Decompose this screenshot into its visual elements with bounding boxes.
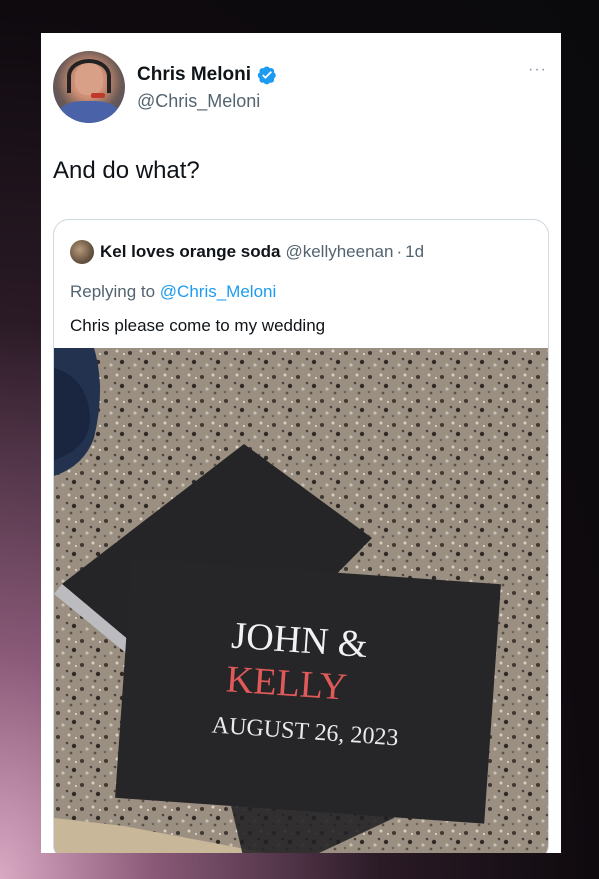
quoted-author-name[interactable]: Kel loves orange soda: [100, 242, 280, 262]
invite-line2: KELLY: [225, 658, 348, 708]
avatar-mic: [91, 93, 105, 98]
verified-badge-icon: [257, 66, 276, 85]
quoted-time[interactable]: 1d: [405, 242, 424, 262]
replying-to: Replying to @Chris_Meloni: [70, 282, 276, 302]
quoted-author-avatar[interactable]: [70, 240, 94, 264]
quoted-author-handle[interactable]: @kellyheenan: [285, 242, 393, 262]
avatar-headset: [67, 59, 111, 93]
author-handle[interactable]: @Chris_Meloni: [137, 91, 260, 112]
quoted-header: Kel loves orange soda @kellyheenan · 1d: [70, 240, 424, 264]
more-options-icon[interactable]: ···: [528, 61, 547, 79]
tweet-text: And do what?: [53, 157, 200, 184]
author-avatar[interactable]: [53, 51, 125, 123]
tweet-header: Chris Meloni @Chris_Meloni ···: [41, 33, 561, 133]
front-invite-card: JOHN & KELLY AUGUST 26, 2023: [115, 558, 501, 824]
replying-mention-link[interactable]: @Chris_Meloni: [160, 282, 276, 301]
time-separator: ·: [396, 242, 403, 261]
avatar-shirt: [59, 101, 119, 123]
tweet-card: Chris Meloni @Chris_Meloni ··· And do wh…: [41, 33, 561, 853]
quoted-text: Chris please come to my wedding: [70, 316, 326, 335]
author-name[interactable]: Chris Meloni: [137, 64, 251, 86]
author-name-row[interactable]: Chris Meloni: [137, 63, 277, 87]
wedding-invite-photo[interactable]: JOHN & KELLY AUGUST 26, 2023: [54, 348, 548, 853]
quoted-tweet[interactable]: Kel loves orange soda @kellyheenan · 1d …: [53, 219, 549, 853]
replying-prefix: Replying to: [70, 282, 156, 301]
